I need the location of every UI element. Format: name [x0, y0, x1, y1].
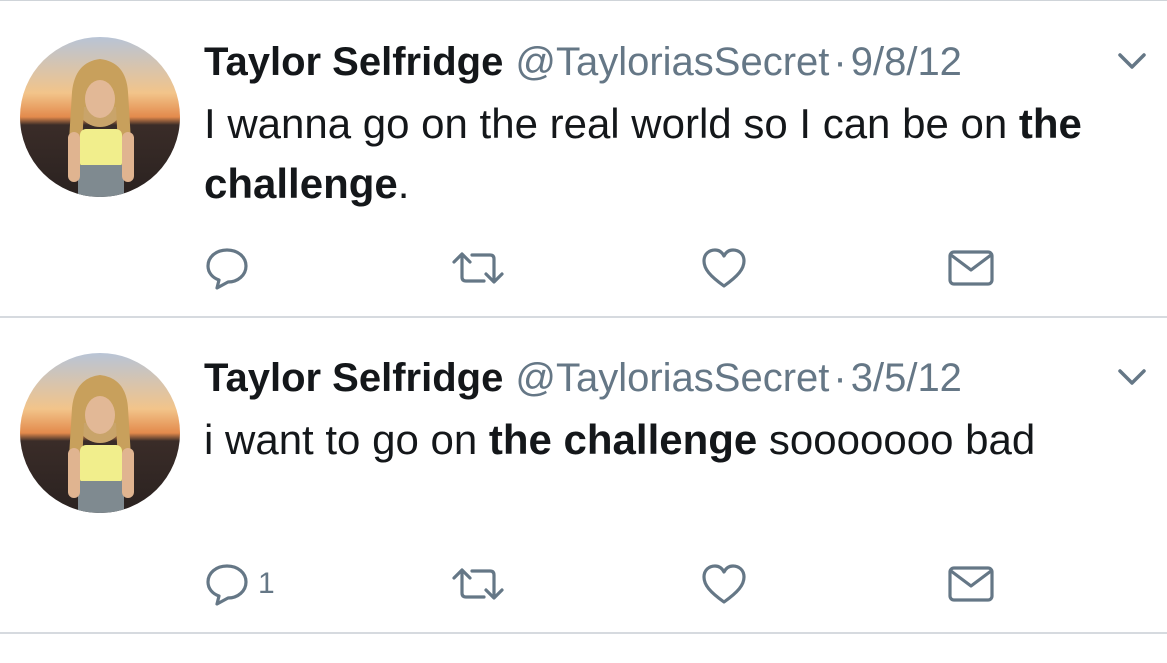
tweet-text: I wanna go on the real world so I can be… — [204, 94, 1154, 214]
retweet-button[interactable] — [450, 558, 506, 610]
reply-count: 1 — [258, 567, 275, 600]
tweet-actions: 1 — [0, 558, 1167, 610]
display-name[interactable]: Taylor Selfridge — [204, 356, 503, 400]
chevron-down-icon[interactable] — [1115, 363, 1149, 391]
direct-message-button[interactable] — [946, 242, 996, 294]
tweet-date[interactable]: 3/5/12 — [851, 356, 962, 400]
top-divider — [0, 0, 1167, 1]
user-handle[interactable]: @TayloriasSecret — [515, 356, 829, 400]
avatar[interactable] — [20, 353, 180, 513]
separator-dot: · — [833, 40, 847, 84]
tweet-text-bold[interactable]: the challenge — [489, 416, 757, 463]
tweet-actions — [0, 242, 1167, 294]
reply-icon — [206, 564, 248, 606]
retweet-icon — [452, 568, 504, 600]
user-handle[interactable]: @TayloriasSecret — [515, 40, 829, 84]
heart-icon — [702, 248, 746, 288]
reply-button[interactable]: 1 — [204, 558, 275, 610]
tweet-date[interactable]: 9/8/12 — [851, 40, 962, 84]
mail-icon — [948, 566, 994, 602]
tweet-text-part: i want to go on — [204, 416, 489, 463]
chevron-down-icon[interactable] — [1115, 47, 1149, 75]
direct-message-button[interactable] — [946, 558, 996, 610]
tweet-header: Taylor Selfridge @TayloriasSecret · 9/8/12 — [204, 38, 962, 86]
tweet-text: i want to go on the challenge sooooooo b… — [204, 410, 1154, 470]
reply-icon — [206, 248, 248, 290]
tweet[interactable]: Taylor Selfridge @TayloriasSecret · 3/5/12 … — [0, 318, 1167, 633]
tweet-header: Taylor Selfridge @TayloriasSecret · 3/5/12 — [204, 354, 962, 402]
like-button[interactable] — [700, 558, 748, 610]
display-name[interactable]: Taylor Selfridge — [204, 40, 503, 84]
separator-dot: · — [833, 356, 847, 400]
mail-icon — [948, 250, 994, 286]
avatar[interactable] — [20, 37, 180, 197]
tweet[interactable]: Taylor Selfridge @TayloriasSecret · 9/8/12 … — [0, 2, 1167, 317]
like-button[interactable] — [700, 242, 748, 294]
heart-icon — [702, 564, 746, 604]
tweet-text-part: . — [397, 160, 410, 207]
retweet-button[interactable] — [450, 242, 506, 294]
tweet-text-part: sooooooo bad — [757, 416, 1036, 463]
reply-button[interactable] — [204, 242, 258, 294]
tweet-divider — [0, 632, 1167, 634]
retweet-icon — [452, 252, 504, 284]
tweet-text-part: I wanna go on the real world so I can be… — [204, 100, 1019, 147]
